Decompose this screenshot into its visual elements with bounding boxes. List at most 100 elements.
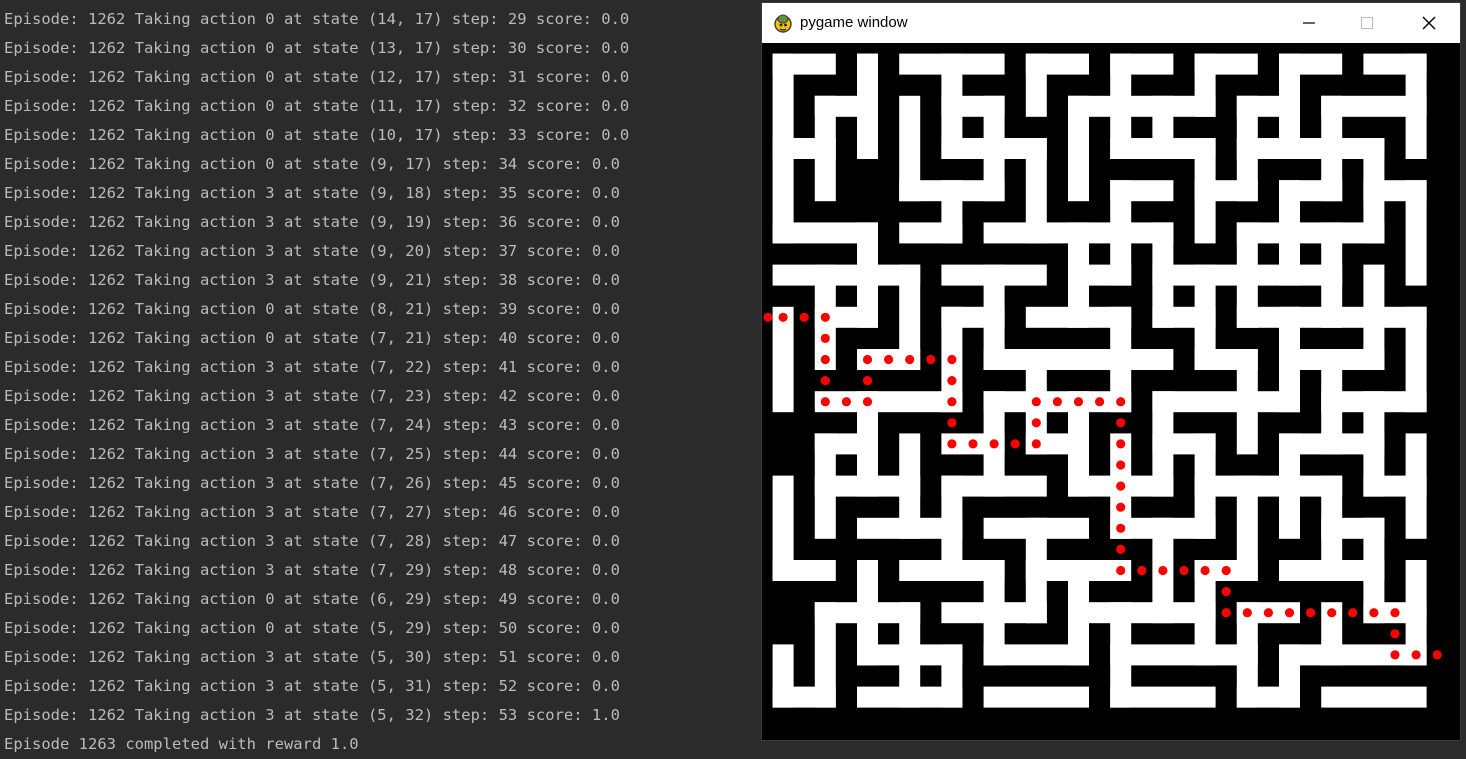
maze-path [772, 264, 921, 286]
trail-dot [1116, 502, 1126, 512]
trail-dot [1116, 481, 1126, 491]
maze-path [1194, 264, 1216, 370]
close-button[interactable] [1400, 3, 1458, 43]
maze-path [1194, 433, 1216, 539]
trail-dot [820, 376, 830, 386]
maze-path [941, 53, 963, 159]
maze-path [1279, 306, 1300, 413]
console-line: Episode: 1262 Taking action 3 at state (… [4, 706, 620, 724]
maze-path [1363, 138, 1385, 244]
maze-path [1279, 644, 1427, 666]
maze-path [814, 391, 963, 413]
trail-dot [947, 439, 957, 449]
maze-path [1236, 222, 1258, 328]
maze-path [1279, 53, 1300, 159]
maximize-button[interactable] [1338, 3, 1396, 43]
console-line: Episode: 1262 Taking action 3 at state (… [4, 271, 620, 289]
maze-path [1321, 475, 1343, 581]
trail-dot [1031, 397, 1041, 407]
console-line: Episode: 1262 Taking action 3 at state (… [4, 387, 620, 405]
console-line: Episode: 1262 Taking action 3 at state (… [4, 445, 620, 463]
trail-dot [1306, 608, 1316, 618]
trail-dot [989, 439, 999, 449]
trail-dot [1284, 608, 1295, 618]
maze-path [772, 475, 794, 581]
console-line: Episode: 1262 Taking action 3 at state (… [4, 503, 620, 521]
maze-path [1279, 644, 1300, 708]
trail-dot [947, 376, 957, 386]
maze-path [1321, 222, 1343, 328]
maze-path [1405, 433, 1427, 539]
trail-dot [1116, 397, 1126, 407]
maze-path [1068, 222, 1089, 328]
maze-path [983, 264, 1005, 370]
maze-path [1068, 391, 1089, 497]
minimize-button[interactable] [1280, 3, 1338, 43]
pygame-window: pygame window [762, 3, 1460, 740]
maze-path [941, 644, 963, 708]
maze-path [941, 475, 963, 581]
maze-path [1110, 306, 1132, 413]
trail-dot [1095, 397, 1105, 407]
console-line: Episode: 1262 Taking action 3 at state (… [4, 648, 620, 666]
maze-path [1110, 644, 1258, 666]
maze-path [857, 391, 878, 497]
trail-dot [1221, 608, 1231, 618]
trail-dot [1327, 608, 1337, 618]
console-line: Episode: 1262 Taking action 3 at state (… [4, 416, 620, 434]
trail-dot [841, 397, 851, 407]
trail-dot [1390, 650, 1400, 660]
trail-dot [862, 397, 873, 407]
maze-path [1405, 180, 1427, 286]
console-line: Episode: 1262 Taking action 3 at state (… [4, 358, 620, 376]
maze-path [1068, 95, 1216, 117]
maze-path [983, 560, 1005, 666]
trail-dot [778, 312, 788, 322]
trail-dot [820, 312, 830, 322]
trail-dot [1432, 650, 1442, 660]
trail-dot [1031, 439, 1041, 449]
maze-canvas [762, 43, 1460, 740]
trail-dot [799, 312, 809, 322]
maze-path [1152, 391, 1300, 413]
maze-path [1321, 686, 1427, 708]
trail-dot [1073, 397, 1084, 407]
maze-path [899, 602, 921, 708]
trail-dot [1221, 565, 1231, 576]
maze-path [1025, 53, 1047, 117]
maze-path [857, 560, 878, 666]
maze-path [1194, 138, 1216, 244]
trail-dot [884, 354, 894, 365]
trail-dot [1390, 629, 1400, 639]
trail-dot [1031, 418, 1041, 428]
maze-path [899, 95, 921, 202]
trail-dot [1390, 608, 1400, 618]
trail-dot [926, 354, 936, 365]
trail-dot [862, 354, 873, 365]
maze-path [772, 53, 794, 244]
maze-path [1068, 560, 1089, 666]
maze-path [1025, 517, 1047, 624]
maze-path [1068, 95, 1089, 202]
console-line: Episode: 1262 Taking action 3 at state (… [4, 474, 620, 492]
maze-path [983, 349, 1174, 370]
trail-dot [947, 397, 957, 407]
maze-path [1110, 602, 1132, 708]
maze-path [857, 53, 878, 159]
console-line: Episode: 1262 Taking action 0 at state (… [4, 97, 630, 115]
trail-dot [820, 354, 830, 365]
trail-dot [1200, 565, 1210, 576]
trail-dot [862, 376, 873, 386]
trail-dot [1263, 608, 1273, 618]
maze-path [1405, 560, 1427, 666]
maze-path [772, 306, 794, 413]
window-titlebar[interactable]: pygame window [762, 3, 1460, 43]
maze-path [1068, 602, 1216, 624]
maze-path [1152, 222, 1174, 328]
maze-path [1194, 53, 1216, 117]
maze-path [1236, 222, 1385, 244]
maze-path [1110, 180, 1132, 286]
trail-dot [820, 397, 830, 407]
maze-path [1152, 391, 1174, 497]
console-line: Episode: 1262 Taking action 0 at state (… [4, 300, 620, 318]
